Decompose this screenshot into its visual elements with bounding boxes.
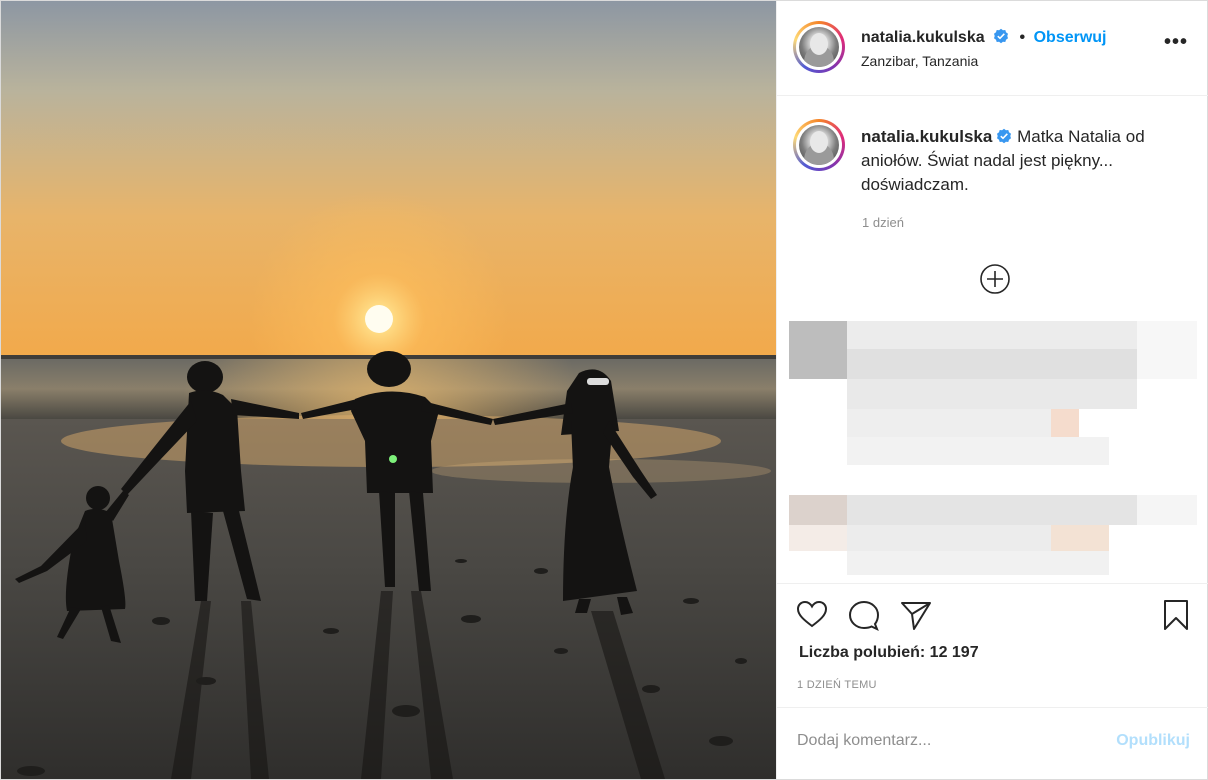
likes-count[interactable]: Liczba polubień: 12 197 xyxy=(799,644,979,662)
publish-button[interactable]: Opublikuj xyxy=(1116,732,1190,750)
caption-time: 1 dzień xyxy=(862,215,904,230)
post-header: natalia.kukulska • Obserwuj Zanzibar, Ta… xyxy=(777,1,1208,96)
verified-badge-icon xyxy=(997,128,1012,144)
caption-avatar[interactable] xyxy=(793,119,845,171)
separator-dot: • xyxy=(1019,29,1026,46)
comment-form: Opublikuj xyxy=(777,707,1208,780)
header-title-row: natalia.kukulska • Obserwuj xyxy=(861,28,1107,47)
verified-badge-icon xyxy=(994,28,1009,44)
post-photo[interactable] xyxy=(1,1,776,779)
post-actions: Liczba polubień: 12 197 1 DZIEŃ TEMU Opu… xyxy=(777,583,1208,779)
heart-icon[interactable] xyxy=(795,598,829,632)
beach-sunset-image xyxy=(1,1,776,779)
comments-area: natalia.kukulska Matka Natalia od aniołó… xyxy=(777,97,1208,583)
caption-avatar-icon xyxy=(799,125,839,165)
location-link[interactable]: Zanzibar, Tanzania xyxy=(861,53,978,69)
caption-username[interactable]: natalia.kukulska xyxy=(861,127,992,146)
send-icon[interactable] xyxy=(899,598,933,632)
profile-avatar-icon xyxy=(799,27,839,67)
post-timestamp[interactable]: 1 DZIEŃ TEMU xyxy=(797,679,877,691)
plus-circle-icon[interactable] xyxy=(979,263,1011,295)
avatar[interactable] xyxy=(793,21,845,73)
comment-icon[interactable] xyxy=(847,598,881,632)
caption: natalia.kukulska Matka Natalia od aniołó… xyxy=(861,125,1181,197)
bookmark-icon[interactable] xyxy=(1159,598,1193,632)
comment-input[interactable] xyxy=(797,732,1087,750)
follow-button[interactable]: Obserwuj xyxy=(1034,29,1107,46)
instagram-post: natalia.kukulska • Obserwuj Zanzibar, Ta… xyxy=(0,0,1208,780)
more-options-icon[interactable]: ••• xyxy=(1164,32,1188,52)
author-username[interactable]: natalia.kukulska xyxy=(861,29,985,46)
post-details-panel: natalia.kukulska • Obserwuj Zanzibar, Ta… xyxy=(776,1,1208,779)
